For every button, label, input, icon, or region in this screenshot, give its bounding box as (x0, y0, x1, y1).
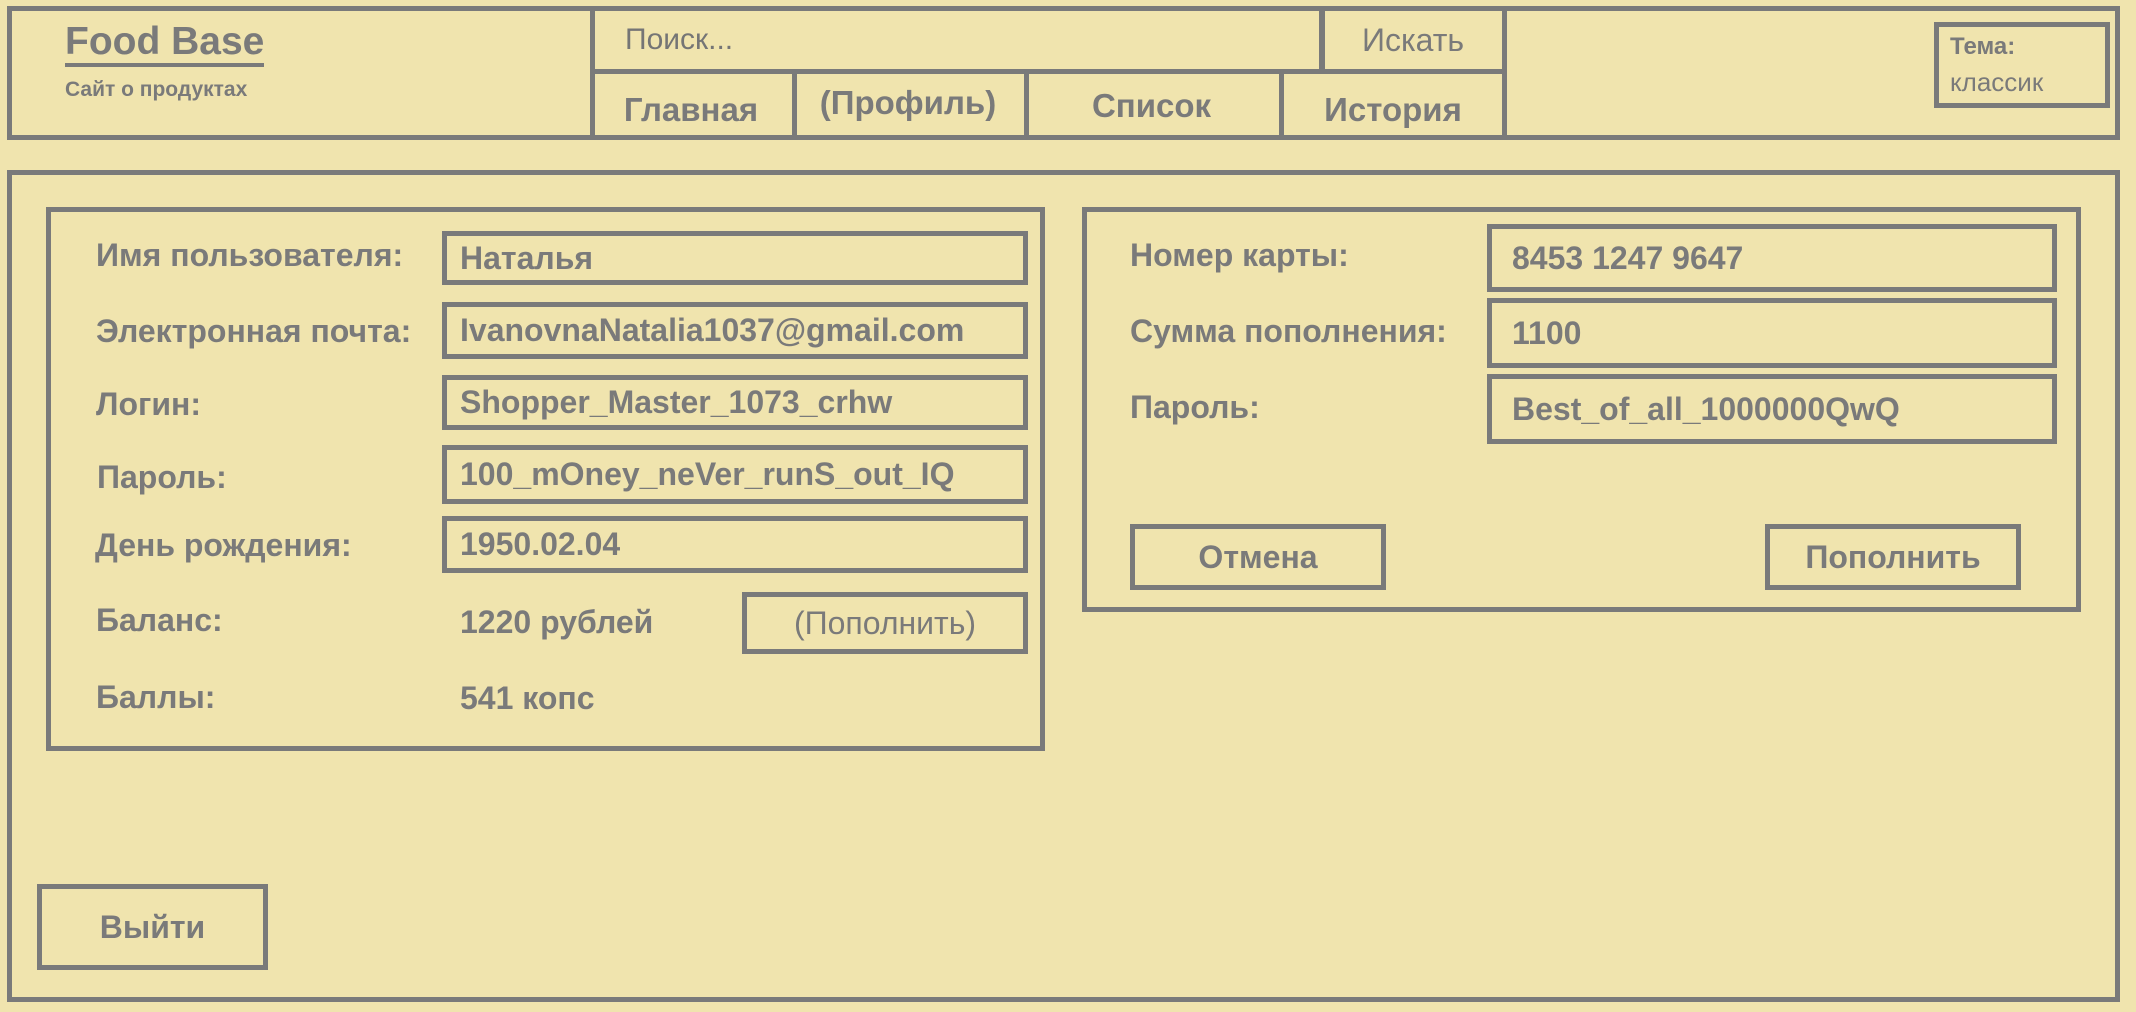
balance-label: Баланс: (96, 602, 223, 638)
card-label: Номер карты: (1130, 237, 1349, 273)
logo-subtitle: Сайт о продуктах (65, 78, 248, 101)
login-label: Логин: (96, 386, 201, 422)
nav-tabs: Главная (Профиль) Список История (590, 72, 1507, 140)
logo-title[interactable]: Food Base (65, 20, 265, 67)
tab-list[interactable]: Список (1024, 72, 1284, 140)
points-value: 541 копс (460, 680, 595, 716)
password-label: Пароль: (97, 459, 227, 495)
username-field[interactable] (442, 231, 1028, 285)
topup-password-label: Пароль: (1130, 389, 1260, 425)
email-field[interactable] (442, 302, 1028, 359)
tab-history[interactable]: История (1279, 72, 1507, 140)
birthday-field[interactable] (442, 516, 1028, 573)
cancel-button[interactable]: Отмена (1130, 524, 1386, 590)
balance-topup-button[interactable]: (Пополнить) (742, 592, 1028, 654)
balance-value: 1220 рублей (460, 604, 654, 640)
email-label: Электронная почта: (96, 313, 412, 349)
search-button[interactable]: Искать (1319, 6, 1507, 74)
logout-button[interactable]: Выйти (37, 884, 268, 970)
tab-profile[interactable]: (Профиль) (792, 72, 1029, 140)
tab-main[interactable]: Главная (590, 72, 797, 140)
card-field[interactable] (1487, 224, 2057, 292)
points-label: Баллы: (96, 679, 216, 715)
topup-password-field[interactable] (1487, 374, 2057, 444)
username-label: Имя пользователя: (96, 237, 404, 273)
theme-label: Тема: (1950, 33, 2016, 60)
search-input[interactable] (590, 6, 1325, 74)
password-field[interactable] (442, 445, 1028, 504)
theme-selector[interactable]: Тема: классик (1934, 22, 2110, 108)
amount-label: Сумма пополнения: (1130, 313, 1447, 349)
topup-submit-button[interactable]: Пополнить (1765, 524, 2021, 590)
theme-value: классик (1950, 67, 2044, 97)
login-field[interactable] (442, 375, 1028, 430)
birthday-label: День рождения: (95, 527, 352, 563)
amount-field[interactable] (1487, 298, 2057, 368)
